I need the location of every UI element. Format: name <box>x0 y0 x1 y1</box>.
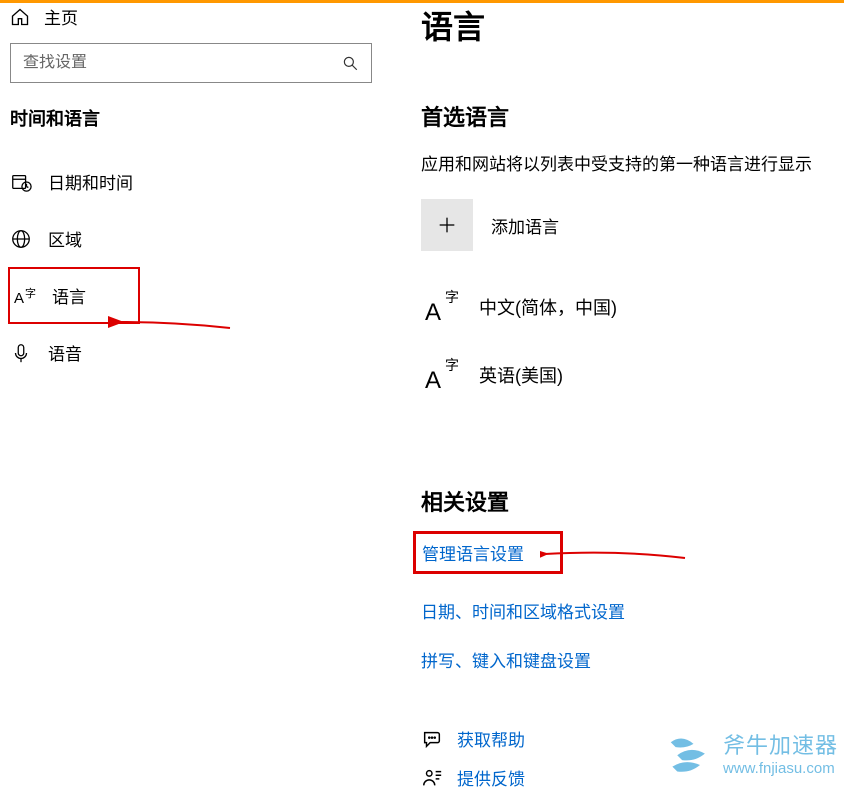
home-label: 主页 <box>44 4 78 29</box>
preferred-languages-desc: 应用和网站将以列表中受支持的第一种语言进行显示 <box>421 150 844 175</box>
feedback-icon <box>421 767 443 789</box>
highlight-box-manage-language: 管理语言设置 <box>421 531 844 574</box>
sidebar-nav: 日期和时间 区域 A 字 语言 <box>0 153 391 381</box>
preferred-languages-heading: 首选语言 <box>421 100 844 132</box>
help-icon <box>421 728 443 750</box>
link-manage-language[interactable]: 管理语言设置 <box>422 540 524 565</box>
language-item-english[interactable]: A字 英语(美国) <box>421 355 844 395</box>
language-glyph-icon: A字 <box>421 355 461 395</box>
sidebar-item-region[interactable]: 区域 <box>0 210 391 267</box>
sidebar-item-label: 语言 <box>52 283 86 308</box>
sidebar-item-label: 区域 <box>48 226 82 251</box>
related-settings-heading: 相关设置 <box>421 485 844 517</box>
language-label: 中文(简体，中国) <box>479 294 617 320</box>
globe-icon <box>10 228 32 250</box>
search-box[interactable] <box>10 43 372 83</box>
feedback-label: 提供反馈 <box>457 765 525 790</box>
sidebar-item-speech[interactable]: 语音 <box>0 324 391 381</box>
sidebar-item-language[interactable]: A 字 语言 <box>10 269 138 322</box>
help-label: 获取帮助 <box>457 726 525 751</box>
search-container <box>0 43 391 101</box>
watermark-logo-icon <box>661 726 713 778</box>
home-icon <box>10 7 30 27</box>
plus-icon <box>421 199 473 251</box>
language-item-chinese[interactable]: A字 中文(简体，中国) <box>421 287 844 327</box>
add-language-button[interactable]: 添加语言 <box>421 199 844 251</box>
highlight-box-language: A 字 语言 <box>8 267 140 324</box>
link-spelling-keyboard[interactable]: 拼写、键入和键盘设置 <box>421 647 591 672</box>
watermark-title: 斧牛加速器 <box>723 728 838 760</box>
sidebar-item-datetime[interactable]: 日期和时间 <box>0 153 391 210</box>
page-title: 语言 <box>421 2 844 48</box>
search-input[interactable] <box>23 54 341 72</box>
clock-icon <box>10 171 32 193</box>
sidebar: 主页 时间和语言 日期和时间 区域 <box>0 0 391 788</box>
language-glyph-icon: A字 <box>421 287 461 327</box>
language-label: 英语(美国) <box>479 362 563 388</box>
add-language-label: 添加语言 <box>491 213 559 238</box>
sidebar-section-title: 时间和语言 <box>0 101 391 153</box>
link-date-region-format[interactable]: 日期、时间和区域格式设置 <box>421 598 625 623</box>
watermark-url: www.fnjiasu.com <box>723 760 838 777</box>
sidebar-item-label: 语音 <box>48 340 82 365</box>
sidebar-item-label: 日期和时间 <box>48 169 133 194</box>
home-nav[interactable]: 主页 <box>0 0 391 43</box>
search-icon <box>341 54 359 72</box>
main-content: 语言 首选语言 应用和网站将以列表中受支持的第一种语言进行显示 添加语言 A字 … <box>391 0 844 788</box>
language-icon: A 字 <box>14 285 36 307</box>
watermark: 斧牛加速器 www.fnjiasu.com <box>661 726 838 778</box>
microphone-icon <box>10 342 32 364</box>
